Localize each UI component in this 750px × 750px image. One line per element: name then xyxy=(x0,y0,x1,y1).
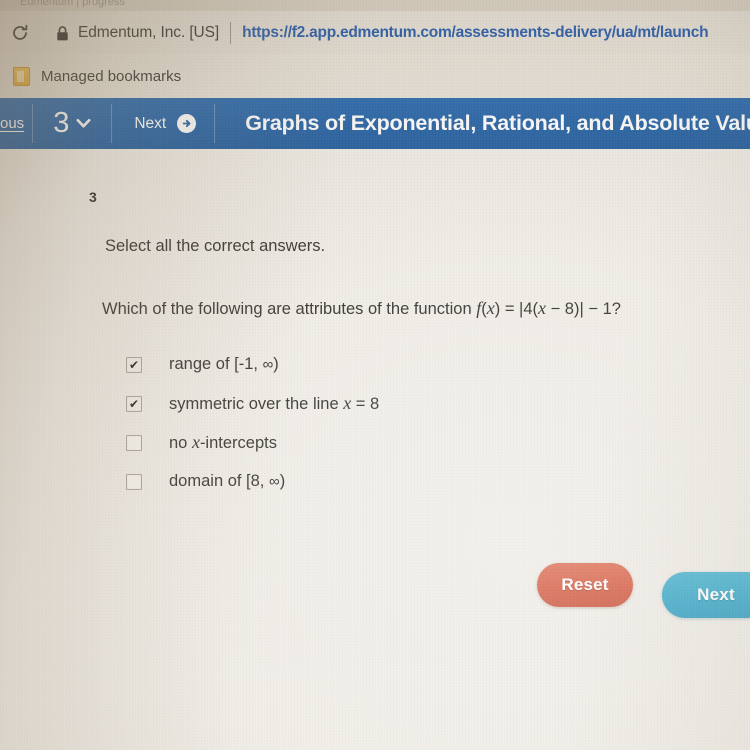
arrow-right-circle-icon xyxy=(177,114,197,133)
answer-text-domain-after: ) xyxy=(279,472,286,490)
chevron-down-icon xyxy=(76,115,91,133)
question-number-dropdown[interactable]: 3 xyxy=(33,98,111,149)
omnibox-divider xyxy=(230,21,232,44)
answer-text-nox-after: -intercepts xyxy=(199,434,277,452)
prompt-variable-2: x xyxy=(538,298,546,318)
answer-label-domain: domain of [8, ∞) xyxy=(169,471,285,492)
browser-toolbar: Edmentum, Inc. [US] https://f2.app.edmen… xyxy=(0,11,750,54)
infinity-symbol-domain: ∞ xyxy=(268,473,280,490)
answer-text-symmetric-before: symmetric over the line xyxy=(169,395,344,413)
checkbox-symmetric[interactable]: ✔ xyxy=(126,396,142,412)
assessment-navbar: ous 3 Next Graphs of Exponential, Ration… xyxy=(0,98,750,149)
answer-option-no-x-intercepts[interactable]: no x-intercepts xyxy=(126,432,646,454)
prompt-middle-text: ) = |4( xyxy=(494,300,538,318)
answer-text-nox-before: no xyxy=(169,434,192,452)
next-button[interactable]: Next xyxy=(662,572,750,618)
answer-label-range: range of [-1, ∞) xyxy=(169,354,279,375)
next-button-label: Next xyxy=(134,114,167,132)
next-question-button[interactable]: Next xyxy=(112,98,214,149)
reload-icon[interactable] xyxy=(7,20,33,46)
checkbox-range[interactable]: ✔ xyxy=(126,357,142,373)
current-question-number: 3 xyxy=(53,107,70,139)
assessment-title: Graphs of Exponential, Rational, and Abs… xyxy=(245,111,750,135)
folder-icon xyxy=(13,66,30,86)
reset-button[interactable]: Reset xyxy=(537,563,633,607)
answer-option-domain[interactable]: domain of [8, ∞) xyxy=(126,471,646,493)
cut-off-top-strip: Edmentum | progress xyxy=(0,0,750,11)
answer-option-list: ✔ range of [-1, ∞) ✔ symmetric over the … xyxy=(126,354,646,510)
answer-text-range-before: range of [-1, xyxy=(169,355,263,373)
prompt-leading-text: Which of the following are attributes of… xyxy=(102,300,477,318)
answer-text-symmetric-after: = 8 xyxy=(351,395,380,413)
site-identity-label: Edmentum, Inc. [US] xyxy=(78,23,220,41)
previous-button-label: ous xyxy=(0,115,25,132)
answer-option-symmetric[interactable]: ✔ symmetric over the line x = 8 xyxy=(126,393,646,415)
answer-label-symmetric: symmetric over the line x = 8 xyxy=(169,393,379,414)
question-number-label: 3 xyxy=(89,189,97,205)
prompt-trailing-text: − 8)| − 1? xyxy=(546,300,621,318)
answer-option-range[interactable]: ✔ range of [-1, ∞) xyxy=(126,354,646,376)
answer-variable-nox: x xyxy=(191,432,200,452)
instruction-text: Select all the correct answers. xyxy=(105,237,326,255)
question-prompt-text: Which of the following are attributes of… xyxy=(102,298,621,319)
prompt-variable-1: x xyxy=(486,298,495,318)
bookmark-item-managed-bookmarks[interactable]: Managed bookmarks xyxy=(41,68,181,85)
bookmarks-bar: Managed bookmarks xyxy=(0,54,750,98)
answer-text-domain-before: domain of [8, xyxy=(169,472,269,490)
checkbox-no-x-intercepts[interactable] xyxy=(126,435,142,451)
url-text[interactable]: https://f2.app.edmentum.com/assessments-… xyxy=(242,24,708,42)
cut-off-text-fragment: Edmentum | progress xyxy=(20,0,125,8)
screen-photo: Edmentum | progress Edmentum, Inc. [US] … xyxy=(0,0,750,750)
previous-question-button[interactable]: ous xyxy=(0,98,32,149)
answer-label-no-x-intercepts: no x-intercepts xyxy=(169,432,277,453)
lock-icon[interactable] xyxy=(55,24,69,42)
infinity-symbol-range: ∞ xyxy=(262,356,274,373)
checkbox-domain[interactable] xyxy=(126,474,142,490)
question-pane: 3 Select all the correct answers. Which … xyxy=(0,149,750,750)
answer-text-range-after: ) xyxy=(273,355,279,373)
